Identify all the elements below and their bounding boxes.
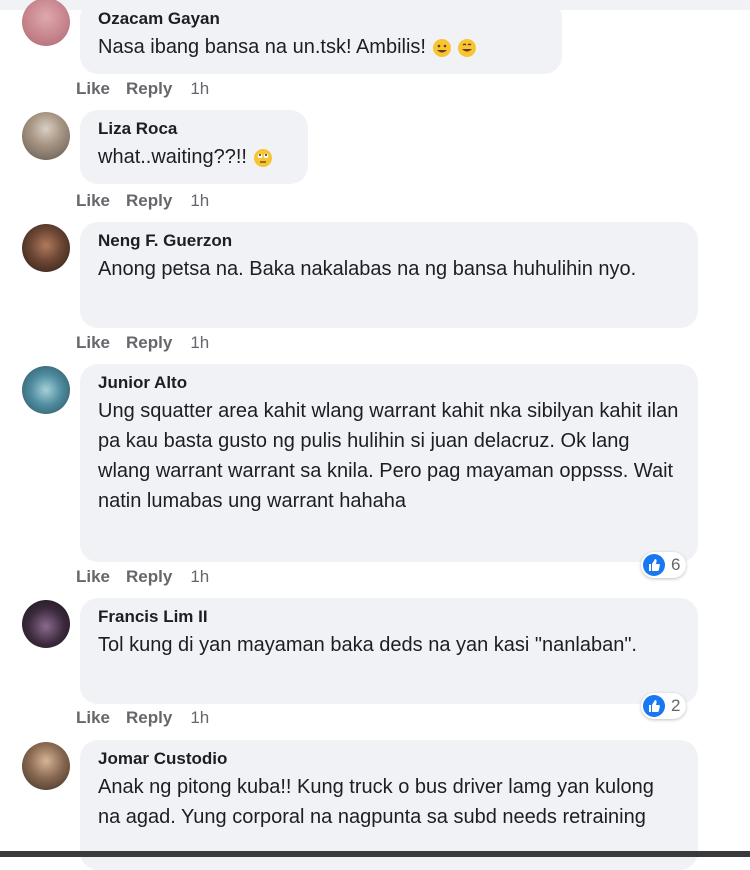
comment-text: what..waiting??!!	[98, 142, 290, 172]
comment-body: what..waiting??!!	[98, 146, 247, 168]
like-reaction-icon	[643, 695, 665, 717]
eye-roll-emoji-icon	[253, 148, 272, 167]
comment-author[interactable]: Neng F. Guerzon	[98, 230, 680, 252]
comment-actions: Like Reply 1h	[76, 79, 225, 99]
comment-actions: Like Reply 1h	[76, 191, 225, 211]
comment-author[interactable]: Liza Roca	[98, 118, 290, 140]
avatar[interactable]	[22, 112, 70, 160]
comment-bubble: Ozacam Gayan Nasa ibang bansa na un.tsk!…	[80, 0, 562, 74]
avatar[interactable]	[22, 742, 70, 790]
reply-button[interactable]: Reply	[126, 708, 172, 727]
reaction-count[interactable]: 6	[641, 552, 687, 578]
reply-button[interactable]: Reply	[126, 567, 172, 586]
like-button[interactable]: Like	[76, 567, 110, 586]
grin-sweat-emoji-icon	[458, 38, 477, 57]
comment-bubble: Liza Roca what..waiting??!!	[80, 110, 308, 184]
reaction-count[interactable]: 2	[641, 693, 687, 719]
comment-time[interactable]: 1h	[190, 333, 209, 352]
like-reaction-icon	[643, 554, 665, 576]
like-button[interactable]: Like	[76, 708, 110, 727]
comment-bubble: Junior Alto Ung squatter area kahit wlan…	[80, 364, 698, 562]
avatar[interactable]	[22, 0, 70, 46]
avatar[interactable]	[22, 224, 70, 272]
comment-time[interactable]: 1h	[190, 191, 209, 210]
avatar[interactable]	[22, 366, 70, 414]
like-button[interactable]: Like	[76, 79, 110, 98]
bottom-bar	[0, 851, 750, 857]
like-button[interactable]: Like	[76, 191, 110, 210]
comment-bubble: Francis Lim II Tol kung di yan mayaman b…	[80, 598, 698, 704]
comment-text: Ung squatter area kahit wlang warrant ka…	[98, 400, 679, 512]
comment-body: Nasa ibang bansa na un.tsk! Ambilis!	[98, 36, 426, 58]
comment-author[interactable]: Francis Lim II	[98, 606, 680, 628]
comment-time[interactable]: 1h	[190, 79, 209, 98]
avatar[interactable]	[22, 600, 70, 648]
comment-text: Anak ng pitong kuba!! Kung truck o bus d…	[98, 776, 654, 828]
reaction-count-value: 6	[671, 555, 681, 574]
reply-button[interactable]: Reply	[126, 79, 172, 98]
comment-actions: Like Reply 1h	[76, 708, 225, 728]
comment-actions: Like Reply 1h	[76, 567, 225, 587]
comment-author[interactable]: Junior Alto	[98, 372, 680, 394]
reaction-count-value: 2	[671, 696, 681, 715]
rofl-emoji-icon	[432, 38, 451, 57]
comment-text: Tol kung di yan mayaman baka deds na yan…	[98, 634, 637, 656]
comment-author[interactable]: Ozacam Gayan	[98, 8, 544, 30]
comment-author[interactable]: Jomar Custodio	[98, 748, 680, 770]
reply-button[interactable]: Reply	[126, 191, 172, 210]
reply-button[interactable]: Reply	[126, 333, 172, 352]
comment-time[interactable]: 1h	[190, 567, 209, 586]
comment-text: Anong petsa na. Baka nakalabas na ng ban…	[98, 258, 637, 280]
like-button[interactable]: Like	[76, 333, 110, 352]
comment-bubble: Neng F. Guerzon Anong petsa na. Baka nak…	[80, 222, 698, 328]
comment-text: Nasa ibang bansa na un.tsk! Ambilis!	[98, 32, 544, 62]
comment-time[interactable]: 1h	[190, 708, 209, 727]
comment-actions: Like Reply 1h	[76, 333, 225, 353]
